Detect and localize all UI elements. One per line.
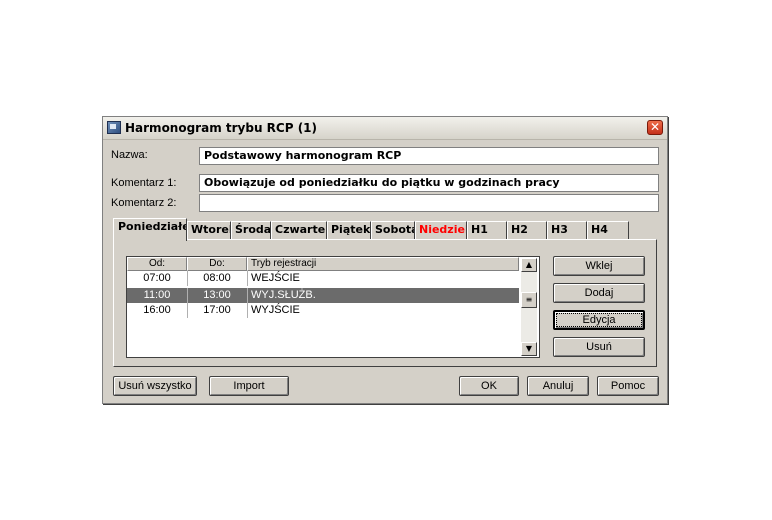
scroll-up-icon: ▲: [525, 260, 533, 269]
close-button[interactable]: ✕: [647, 120, 663, 135]
scroll-down-button[interactable]: ▼: [521, 342, 537, 356]
table-row[interactable]: 07:00 08:00 WEJŚCIE: [127, 271, 519, 286]
column-divider: [247, 288, 248, 303]
name-label: Nazwa:: [111, 149, 148, 161]
edit-button[interactable]: Edycja: [553, 310, 645, 330]
import-button[interactable]: Import: [209, 376, 289, 396]
title-bar[interactable]: Harmonogram trybu RCP (1) ✕: [103, 117, 667, 140]
comment1-label: Komentarz 1:: [111, 177, 177, 189]
row-to: 08:00: [203, 272, 231, 284]
scroll-thumb-grip-icon: ≡: [525, 295, 533, 304]
tab-h3[interactable]: H3: [547, 221, 587, 239]
column-divider: [247, 303, 248, 318]
comment2-label: Komentarz 2:: [111, 197, 177, 209]
tab-tuesday[interactable]: Wtorek: [187, 221, 231, 239]
row-from: 07:00: [143, 272, 171, 284]
tab-thursday[interactable]: Czwartek: [271, 221, 327, 239]
close-icon: ✕: [649, 120, 661, 134]
row-to: 17:00: [203, 304, 231, 316]
add-button[interactable]: Dodaj: [553, 283, 645, 303]
column-header-to[interactable]: Do:: [187, 257, 247, 271]
tab-panel: Od: Do: Tryb rejestracji 07:00 08:00 WEJ…: [113, 239, 657, 367]
table-row[interactable]: 16:00 17:00 WYJŚCIE: [127, 303, 519, 318]
window-title: Harmonogram trybu RCP (1): [125, 121, 318, 135]
row-mode: WYJŚCIE: [251, 304, 300, 316]
ok-button[interactable]: OK: [459, 376, 519, 396]
comment2-field[interactable]: [199, 194, 659, 212]
row-from: 11:00: [143, 289, 171, 301]
schedule-app-icon: [107, 121, 121, 134]
scroll-thumb[interactable]: ≡: [521, 292, 537, 308]
list-scrollbar[interactable]: ▲ ≡ ▼: [521, 258, 537, 356]
column-header-mode[interactable]: Tryb rejestracji: [247, 257, 519, 271]
tab-sunday[interactable]: Niedziela: [415, 221, 467, 239]
delete-all-button[interactable]: Usuń wszystko: [113, 376, 197, 396]
schedule-list[interactable]: Od: Do: Tryb rejestracji 07:00 08:00 WEJ…: [126, 256, 540, 358]
column-divider: [247, 271, 248, 286]
tab-monday[interactable]: Poniedziałek: [113, 218, 187, 241]
table-row[interactable]: 11:00 13:00 WYJ.SŁUŻB.: [127, 288, 519, 303]
name-field[interactable]: Podstawowy harmonogram RCP: [199, 147, 659, 165]
paste-button[interactable]: Wklej: [553, 256, 645, 276]
column-header-from[interactable]: Od:: [127, 257, 187, 271]
tab-h2[interactable]: H2: [507, 221, 547, 239]
scroll-down-icon: ▼: [525, 344, 533, 353]
cancel-button[interactable]: Anuluj: [527, 376, 589, 396]
comment1-field[interactable]: Obowiązuje od poniedziałku do piątku w g…: [199, 174, 659, 192]
tab-friday[interactable]: Piątek: [327, 221, 371, 239]
row-to: 13:00: [203, 289, 231, 301]
tab-wednesday[interactable]: Środa: [231, 221, 271, 239]
tab-h4[interactable]: H4: [587, 221, 629, 239]
tab-h1[interactable]: H1: [467, 221, 507, 239]
row-mode: WYJ.SŁUŻB.: [251, 289, 316, 301]
row-mode: WEJŚCIE: [251, 272, 300, 284]
help-button[interactable]: Pomoc: [597, 376, 659, 396]
delete-button[interactable]: Usuń: [553, 337, 645, 357]
dialog-window: Harmonogram trybu RCP (1) ✕ Nazwa: Podst…: [102, 116, 668, 404]
tab-saturday[interactable]: Sobota: [371, 221, 415, 239]
scroll-up-button[interactable]: ▲: [521, 258, 537, 272]
row-from: 16:00: [143, 304, 171, 316]
list-header: Od: Do: Tryb rejestracji: [127, 257, 519, 271]
